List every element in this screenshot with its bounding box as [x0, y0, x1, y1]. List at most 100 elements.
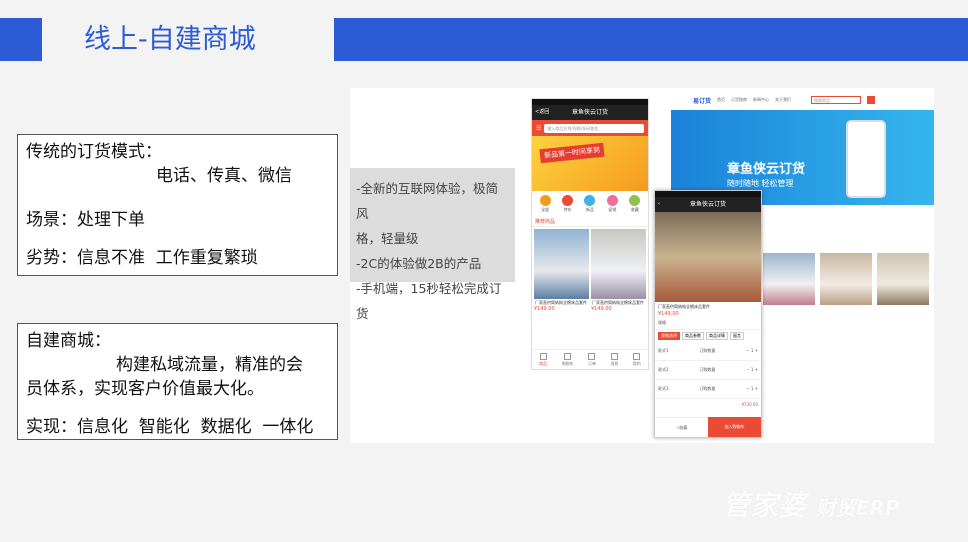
- mobile-app-screenshot: <返回 章鱼侠云订货 ☰ 输入商品名称/规格/条码查找 新品第一时间享到 全部 …: [531, 98, 649, 370]
- product-image: [655, 212, 761, 302]
- tab-mine[interactable]: 我的: [633, 350, 641, 369]
- back-icon[interactable]: ‹: [658, 197, 660, 212]
- category-label: 新品: [585, 207, 594, 212]
- category-special[interactable]: 特价: [561, 195, 575, 213]
- product-price: ¥149.00: [534, 306, 555, 312]
- category-label: 收藏: [630, 207, 639, 212]
- title-bar-right-accent: [334, 18, 968, 61]
- banner-title: 章鱼侠云订货: [727, 162, 806, 177]
- tab-params[interactable]: 商品参数: [682, 332, 704, 340]
- quantity-stepper[interactable]: − 1 +: [746, 348, 758, 354]
- banner-subtitle: 随时随地 轻松管理: [727, 179, 794, 188]
- tab-messages[interactable]: 消息: [610, 350, 618, 369]
- product-name: 厂家直供简纳纯全棉床品套件: [658, 304, 710, 309]
- box1-line4: 劣势：信息不准 工作重复繁琐: [26, 248, 258, 268]
- tab-detail[interactable]: 商品详情: [706, 332, 728, 340]
- site-nav: 易订货 首页 订货指南 新闻中心 关于我们 搜索商品: [671, 90, 934, 110]
- watermark-text: 管家婆: [722, 489, 807, 522]
- promo-banner[interactable]: 新品第一时间享到: [532, 136, 648, 191]
- spec-label: 规格: [658, 320, 666, 325]
- quantity-stepper[interactable]: − 1 +: [746, 386, 758, 392]
- variant-row: 款式3 订购数量 − 1 +: [655, 380, 761, 399]
- product-thumb[interactable]: [877, 253, 929, 305]
- cart-icon: [564, 353, 572, 360]
- product-card[interactable]: 厂家直供简纳纯全棉床品套件 ¥149.00: [591, 229, 646, 312]
- category-all[interactable]: 全部: [538, 195, 552, 213]
- circle-icon: [584, 195, 596, 206]
- search-input[interactable]: 输入商品名称/规格/条码查找: [544, 123, 644, 133]
- slide-title: 线上-自建商城: [84, 24, 256, 55]
- product-name: 厂家直供简纳纯全棉床品套件: [592, 300, 644, 305]
- total-price: ¥730.00: [741, 402, 758, 407]
- add-to-cart-button[interactable]: 加入购物车: [708, 417, 761, 437]
- traditional-ordering-box: 传统的订货模式： 电话、传真、微信 场景：处理下单 劣势：信息不准 工作重复繁琐: [17, 134, 338, 276]
- product-image: [591, 229, 646, 299]
- home-icon: [539, 353, 547, 360]
- tab-goods[interactable]: 商品: [539, 350, 547, 369]
- spec-row: 规格: [655, 317, 761, 330]
- circle-icon: [606, 195, 618, 206]
- category-new[interactable]: 新品: [583, 195, 597, 213]
- panel-line1: -全新的互联网体验，极简风: [356, 181, 499, 221]
- variant-name: 款式3: [658, 386, 669, 391]
- banner-text: 新品第一时间享到: [539, 142, 605, 164]
- category-label: 特价: [563, 207, 572, 212]
- nav-item[interactable]: 首页: [717, 97, 725, 103]
- nav-item[interactable]: 订货指南: [731, 97, 747, 103]
- box2-line1: 自建商城：: [26, 331, 111, 351]
- tab-spec[interactable]: 规格选择: [658, 332, 680, 340]
- bottom-actions: ☆收藏 加入购物车: [655, 417, 761, 437]
- product-detail-screenshot: ‹ 章鱼侠云订货 厂家直供简纳纯全棉床品套件 ¥149.00 规格 规格选择 商…: [654, 190, 762, 438]
- box1-line2: 电话、传真、微信: [156, 166, 292, 186]
- nav-item[interactable]: 关于我们: [775, 97, 791, 103]
- tab-label: 订单: [587, 361, 596, 366]
- product-thumb[interactable]: [763, 253, 815, 305]
- tab-cart[interactable]: 购物车: [562, 350, 574, 369]
- recommend-heading: 推荐商品: [532, 217, 648, 227]
- back-button[interactable]: <返回: [535, 105, 549, 120]
- variant-row: 款式1 订购数量 − 1 +: [655, 342, 761, 361]
- favorite-button[interactable]: ☆收藏: [655, 417, 708, 437]
- watermark-sub: 财贸ERP: [815, 496, 900, 520]
- category-label: 促销: [608, 207, 617, 212]
- bottom-tab-bar: 商品 购物车 订单 消息 我的: [532, 349, 648, 369]
- menu-icon[interactable]: ☰: [536, 125, 541, 132]
- box1-line3: 场景：处理下单: [26, 210, 145, 230]
- product-thumb[interactable]: [820, 253, 872, 305]
- tab-comments[interactable]: 留言: [730, 332, 744, 340]
- category-fav[interactable]: 收藏: [628, 195, 642, 213]
- variant-row: 款式2 订购数量 − 1 +: [655, 361, 761, 380]
- product-image: [534, 229, 589, 299]
- phone-illustration: [846, 120, 886, 198]
- quantity-stepper[interactable]: − 1 +: [746, 367, 758, 373]
- self-built-mall-box: 自建商城： 构建私域流量，精准的会 员体系，实现客户价值最大化。 实现：信息化 …: [17, 323, 338, 440]
- product-card[interactable]: 厂家直供简纳纯全棉床品套件 ¥149.00: [534, 229, 589, 312]
- product-list: 厂家直供简纳纯全棉床品套件 ¥149.00 厂家直供简纳纯全棉床品套件 ¥149…: [532, 227, 648, 314]
- category-promo[interactable]: 促销: [605, 195, 619, 213]
- variant-name: 款式1: [658, 348, 669, 353]
- site-logo[interactable]: 易订货: [693, 96, 711, 105]
- phone-title: 章鱼侠云订货: [571, 109, 608, 116]
- quantity-label: 订购数量: [699, 386, 716, 391]
- site-search-input[interactable]: 搜索商品: [811, 96, 862, 104]
- search-icon[interactable]: [867, 96, 876, 104]
- phone-header: ‹ 章鱼侠云订货: [655, 197, 761, 212]
- phone-header: <返回 章鱼侠云订货: [532, 105, 648, 120]
- tab-label: 购物车: [561, 361, 574, 366]
- tab-orders[interactable]: 订单: [588, 350, 596, 369]
- panel-line2: 格，轻量级: [356, 231, 419, 246]
- order-icon: [588, 353, 596, 360]
- category-icons: 全部 特价 新品 促销 收藏: [532, 191, 648, 217]
- box1-line1: 传统的订货模式：: [26, 142, 162, 162]
- panel-line3: -2C的体验做2B的产品: [356, 256, 482, 271]
- detail-tabs: 规格选择 商品参数 商品详情 留言: [655, 330, 761, 342]
- phone-title: 章鱼侠云订货: [689, 201, 726, 208]
- user-icon: [633, 353, 641, 360]
- tab-label: 我的: [632, 361, 641, 366]
- brand-watermark: 管家婆 财贸ERP: [722, 484, 900, 524]
- circle-icon: [629, 195, 641, 206]
- product-price: ¥149.00: [591, 306, 612, 312]
- product-name: 厂家直供简纳纯全棉床品套件: [535, 300, 587, 305]
- nav-item[interactable]: 新闻中心: [753, 97, 769, 103]
- tab-label: 消息: [610, 361, 619, 366]
